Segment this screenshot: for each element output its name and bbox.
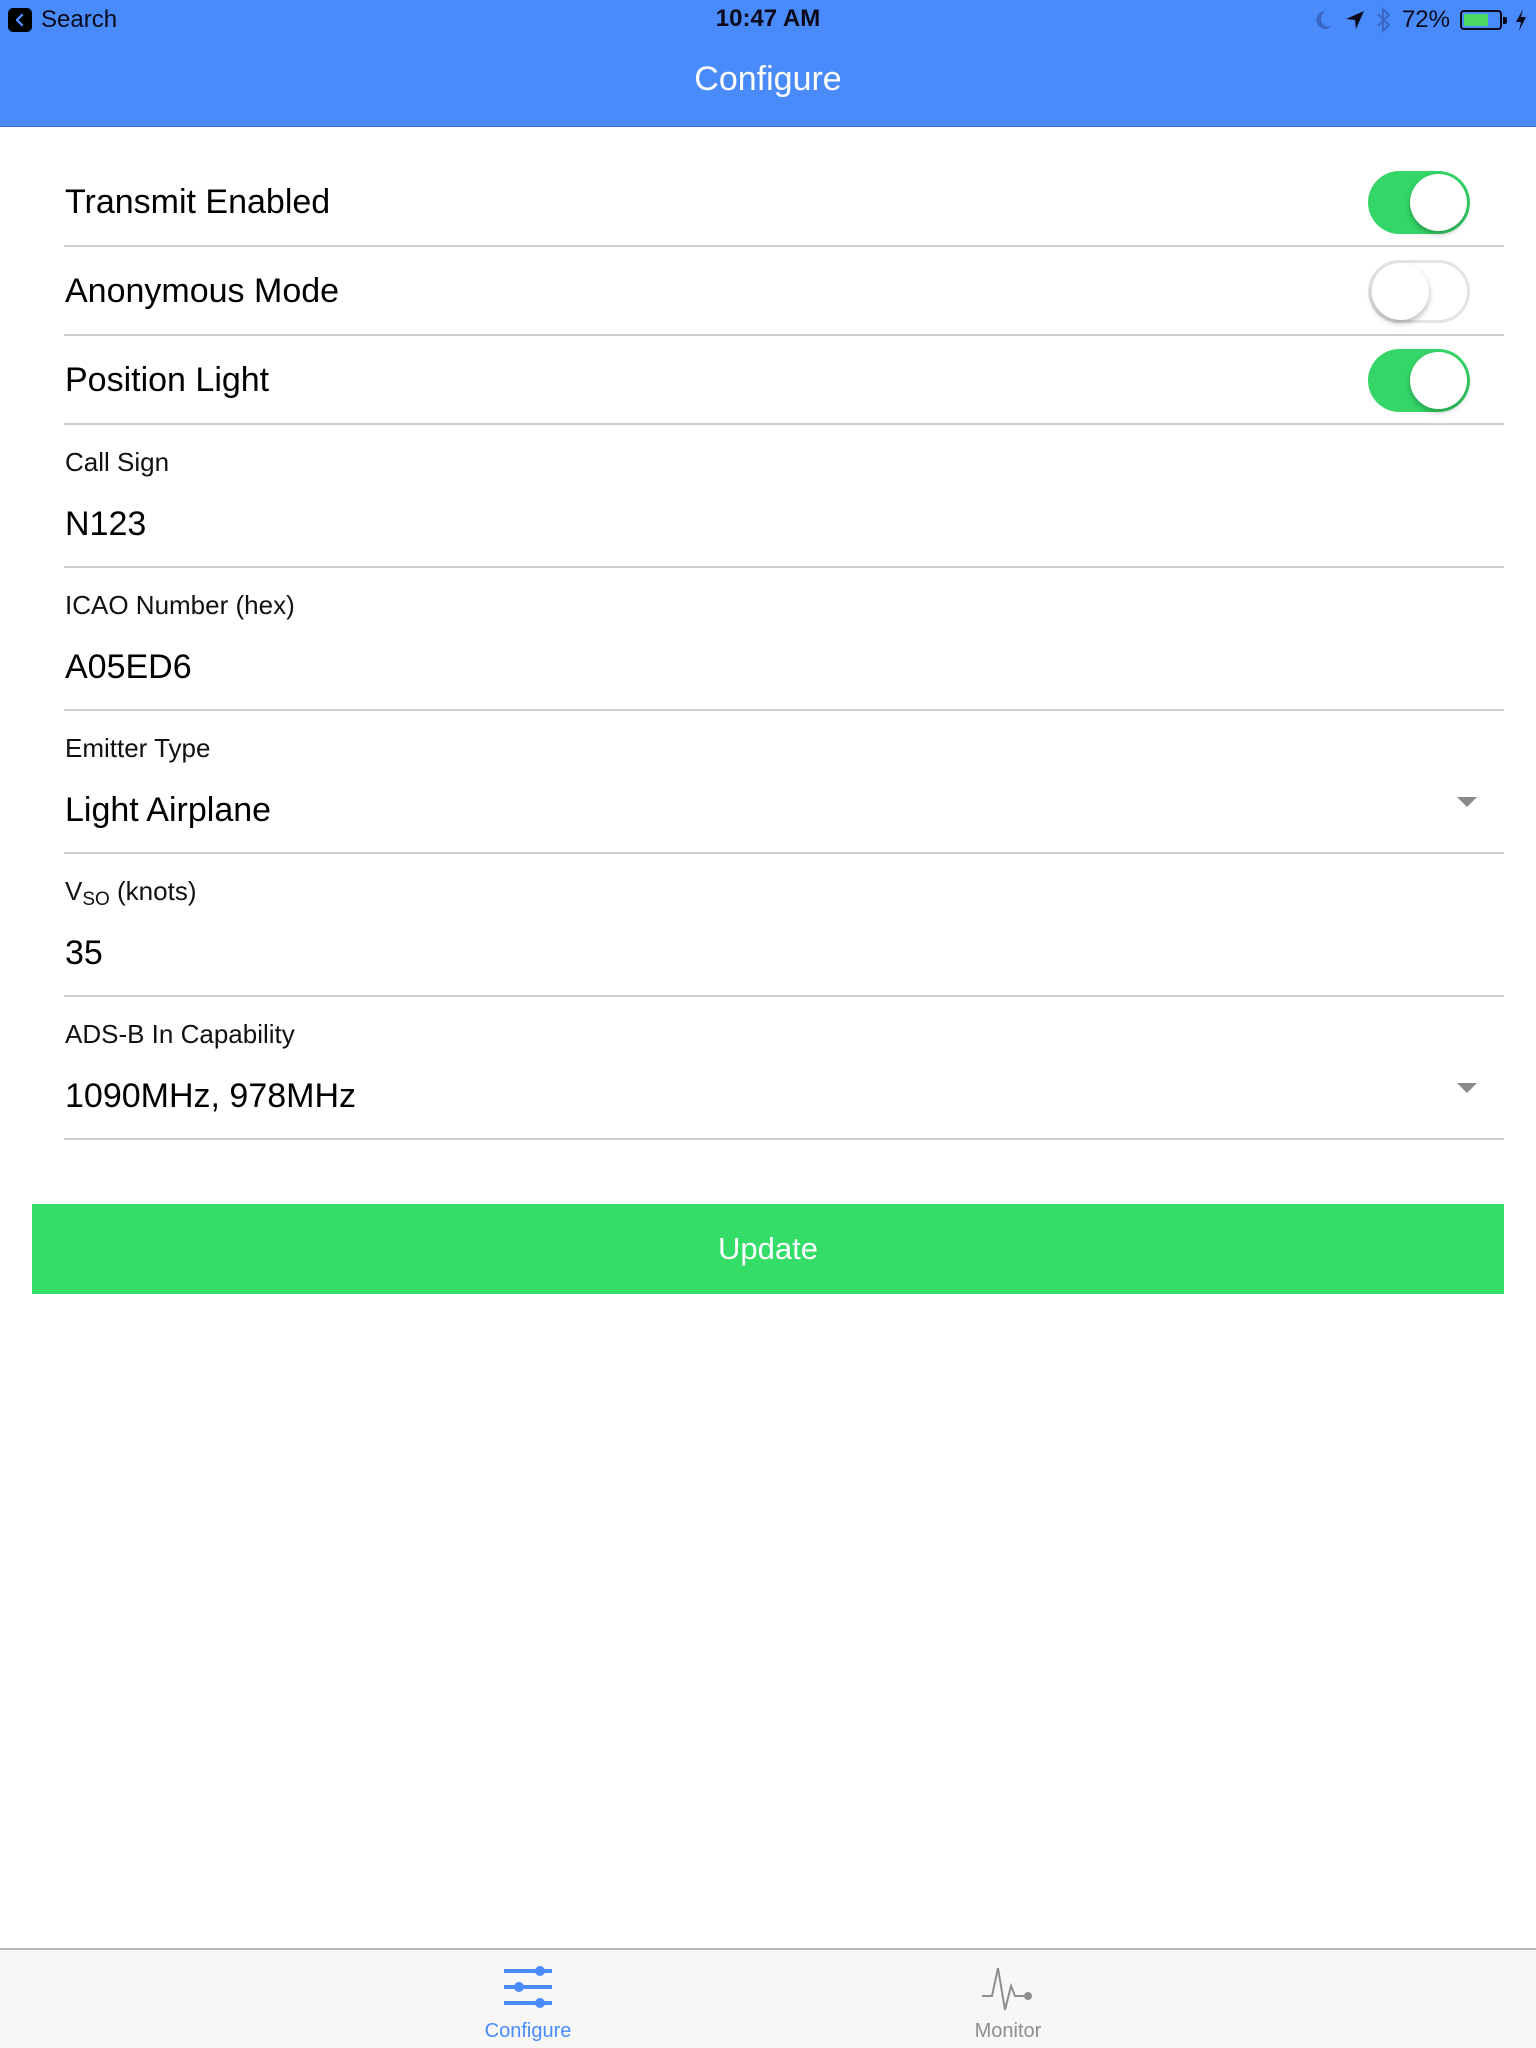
sliders-icon xyxy=(504,1966,552,2008)
vso-label-main: V xyxy=(65,876,83,906)
toggle-label: Transmit Enabled xyxy=(65,183,331,221)
bluetooth-icon xyxy=(1377,6,1391,34)
dropdown-arrow-icon[interactable] xyxy=(1457,797,1477,807)
status-icons: 72% xyxy=(1312,5,1528,35)
vso-label: VSO (knots) xyxy=(65,876,196,911)
navigation-header: Search 10:47 AM 72% Configure xyxy=(0,0,1536,127)
toggle-row-transmit-enabled: Transmit Enabled xyxy=(64,158,1504,247)
toggle-label: Position Light xyxy=(65,361,270,399)
tab-bar: Configure Monitor xyxy=(0,1948,1536,2048)
charging-bolt-icon xyxy=(1516,9,1526,31)
tab-label: Configure xyxy=(484,2020,572,2042)
dropdown-arrow-icon[interactable] xyxy=(1457,1083,1477,1093)
call-sign-field: Call Sign xyxy=(64,425,1504,568)
vso-label-subscript: SO xyxy=(82,889,110,910)
battery-percent: 72% xyxy=(1401,6,1450,33)
location-arrow-icon xyxy=(1345,11,1364,29)
icao-number-input[interactable] xyxy=(65,648,1365,687)
emitter-type-select[interactable]: Light Airplane xyxy=(65,791,1365,830)
tab-label: Monitor xyxy=(974,2020,1042,2042)
status-time: 10:47 AM xyxy=(715,5,821,32)
pulse-icon xyxy=(982,1967,1032,2011)
tab-monitor[interactable]: Monitor xyxy=(928,1950,1088,2048)
moon-icon xyxy=(1316,10,1332,29)
page-title: Configure xyxy=(694,60,842,98)
vso-input[interactable] xyxy=(65,934,1365,973)
icao-number-field: ICAO Number (hex) xyxy=(64,568,1504,711)
adsb-in-capability-field[interactable]: ADS-B In Capability 1090MHz, 978MHz xyxy=(64,997,1504,1140)
tab-configure[interactable]: Configure xyxy=(448,1950,608,2048)
toggle-row-position-light: Position Light xyxy=(64,336,1504,425)
toggle-row-anonymous-mode: Anonymous Mode xyxy=(64,247,1504,336)
vso-field: VSO (knots) xyxy=(64,854,1504,997)
update-button[interactable]: Update xyxy=(32,1204,1504,1294)
emitter-type-field[interactable]: Emitter Type Light Airplane xyxy=(64,711,1504,854)
icao-number-label: ICAO Number (hex) xyxy=(65,590,295,620)
anonymous-mode-switch[interactable] xyxy=(1368,260,1470,323)
battery-icon xyxy=(1460,10,1507,30)
emitter-type-label: Emitter Type xyxy=(65,733,211,763)
call-sign-label: Call Sign xyxy=(65,447,170,477)
battery-level-fill xyxy=(1464,14,1488,26)
transmit-enabled-switch[interactable] xyxy=(1368,171,1470,234)
position-light-switch[interactable] xyxy=(1368,349,1470,412)
adsb-in-capability-select[interactable]: 1090MHz, 978MHz xyxy=(65,1077,1365,1116)
toggle-label: Anonymous Mode xyxy=(65,272,340,310)
vso-label-units: (knots) xyxy=(109,876,197,906)
call-sign-input[interactable] xyxy=(65,505,1365,544)
adsb-in-capability-label: ADS-B In Capability xyxy=(65,1019,295,1049)
